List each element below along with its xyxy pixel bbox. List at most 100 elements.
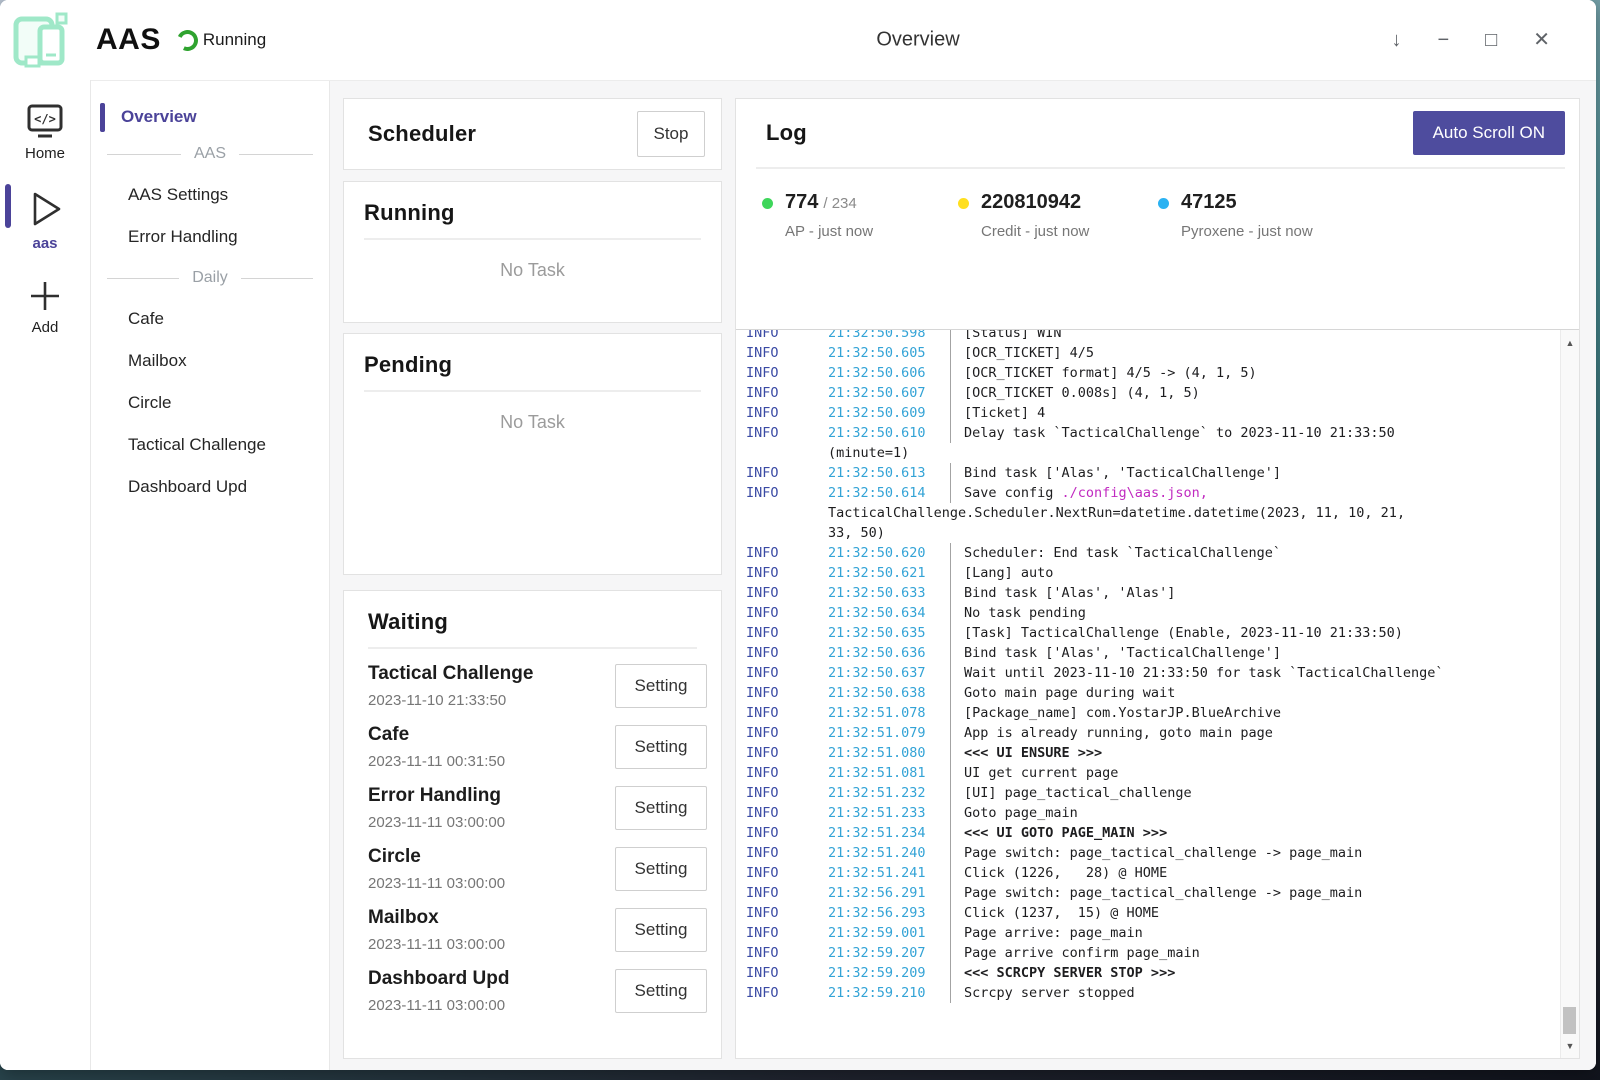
log-scrollbar[interactable]: ▲ ▼ bbox=[1560, 330, 1579, 1058]
play-icon bbox=[24, 186, 66, 232]
sidebar-item-mailbox[interactable]: Mailbox bbox=[91, 340, 329, 382]
log-time: 21:32:59.210 bbox=[828, 983, 950, 1003]
log-time: 21:32:51.081 bbox=[828, 763, 950, 783]
pending-card: Pending No Task bbox=[343, 333, 722, 575]
task-next-run: 2023-11-10 21:33:50 bbox=[368, 692, 533, 709]
log-time: 21:32:51.078 bbox=[828, 703, 950, 723]
task-setting-button[interactable]: Setting bbox=[615, 786, 707, 830]
sidebar-item-error-handling[interactable]: Error Handling bbox=[91, 216, 329, 258]
log-level: INFO bbox=[746, 663, 828, 683]
rail-item-aas[interactable]: aas bbox=[0, 180, 90, 270]
log-level: INFO bbox=[746, 983, 828, 1003]
scrollbar-down-arrow-icon[interactable]: ▼ bbox=[1561, 1041, 1579, 1051]
log-message: Wait until 2023-11-10 21:33:50 for task … bbox=[950, 663, 1444, 683]
log-time: 21:32:50.609 bbox=[828, 403, 950, 423]
rail-item-home[interactable]: </> Home bbox=[0, 96, 90, 180]
title-bar: AAS Running Overview ↓ − □ ✕ bbox=[0, 0, 1596, 80]
sidebar-item-tactical-challenge[interactable]: Tactical Challenge bbox=[91, 424, 329, 466]
auto-scroll-toggle-button[interactable]: Auto Scroll ON bbox=[1413, 111, 1565, 155]
log-line: INFO21:32:51.081UI get current page bbox=[746, 763, 1549, 783]
sidebar-item-dashboard-upd[interactable]: Dashboard Upd bbox=[91, 466, 329, 508]
scrollbar-thumb[interactable] bbox=[1563, 1007, 1576, 1034]
log-time: 21:32:50.620 bbox=[828, 543, 950, 563]
log-level: INFO bbox=[746, 923, 828, 943]
log-level: INFO bbox=[746, 383, 828, 403]
log-level: INFO bbox=[746, 643, 828, 663]
log-message: Delay task `TacticalChallenge` to 2023-1… bbox=[950, 423, 1395, 443]
log-time: 21:32:56.293 bbox=[828, 903, 950, 923]
maximize-icon[interactable]: □ bbox=[1485, 30, 1497, 50]
task-setting-button[interactable]: Setting bbox=[615, 908, 707, 952]
log-level: INFO bbox=[746, 703, 828, 723]
sidebar-item-circle[interactable]: Circle bbox=[91, 382, 329, 424]
stat-label: Credit - just now bbox=[981, 223, 1089, 240]
log-line: INFO21:32:59.210Scrcpy server stopped bbox=[746, 983, 1549, 1003]
log-level: INFO bbox=[746, 363, 828, 383]
log-message: Goto main page during wait bbox=[950, 683, 1175, 703]
rail-label-home: Home bbox=[25, 145, 65, 162]
minimize-icon[interactable]: − bbox=[1437, 30, 1449, 50]
log-level: INFO bbox=[746, 783, 828, 803]
scheduler-stop-button[interactable]: Stop bbox=[637, 111, 705, 157]
scrollbar-up-arrow-icon[interactable]: ▲ bbox=[1561, 338, 1579, 348]
close-icon[interactable]: ✕ bbox=[1533, 30, 1550, 50]
log-message: <<< UI GOTO PAGE_MAIN >>> bbox=[950, 823, 1167, 843]
log-message: <<< UI ENSURE >>> bbox=[950, 743, 1102, 763]
log-time: 21:32:51.232 bbox=[828, 783, 950, 803]
log-time: 21:32:50.614 bbox=[828, 483, 950, 503]
log-message: Scrcpy server stopped bbox=[950, 983, 1135, 1003]
task-name: Circle bbox=[368, 846, 505, 868]
rail-item-add[interactable]: Add bbox=[0, 270, 90, 354]
log-line: INFO21:32:50.638Goto main page during wa… bbox=[746, 683, 1549, 703]
sidebar-section-divider: AAS bbox=[107, 145, 313, 163]
log-level: INFO bbox=[746, 743, 828, 763]
svg-text:</>: </> bbox=[34, 112, 56, 126]
sidebar-item-cafe[interactable]: Cafe bbox=[91, 298, 329, 340]
header-divider bbox=[91, 80, 1596, 81]
home-code-monitor-icon: </> bbox=[24, 102, 66, 142]
log-level: INFO bbox=[746, 863, 828, 883]
divider bbox=[368, 647, 697, 649]
hide-to-tray-icon[interactable]: ↓ bbox=[1391, 30, 1401, 50]
stat-dot bbox=[1158, 198, 1169, 209]
log-line: INFO21:32:50.598[Status] WIN bbox=[746, 329, 1549, 343]
log-time: 21:32:50.610 bbox=[828, 423, 950, 443]
task-setting-button[interactable]: Setting bbox=[615, 847, 707, 891]
log-line: INFO21:32:50.609[Ticket] 4 bbox=[746, 403, 1549, 423]
log-line: INFO21:32:50.610Delay task `TacticalChal… bbox=[746, 423, 1549, 443]
waiting-task-row: Dashboard Upd2023-11-11 03:00:00Setting bbox=[368, 960, 707, 1021]
log-level: INFO bbox=[746, 963, 828, 983]
waiting-title: Waiting bbox=[368, 609, 707, 635]
task-setting-button[interactable]: Setting bbox=[615, 664, 707, 708]
stat-dot bbox=[958, 198, 969, 209]
log-message: Save config ./config\aas.json, bbox=[950, 483, 1208, 503]
sidebar-item-aas-settings[interactable]: AAS Settings bbox=[91, 174, 329, 216]
log-level: INFO bbox=[746, 803, 828, 823]
task-setting-button[interactable]: Setting bbox=[615, 725, 707, 769]
log-time: 21:32:51.240 bbox=[828, 843, 950, 863]
log-line: 33, 50) bbox=[746, 523, 1549, 543]
log-level: INFO bbox=[746, 343, 828, 363]
sidebar-item-label: Overview bbox=[121, 107, 197, 126]
log-line: INFO21:32:50.606[OCR_TICKET format] 4/5 … bbox=[746, 363, 1549, 383]
log-time: 21:32:50.633 bbox=[828, 583, 950, 603]
log-time: 21:32:56.291 bbox=[828, 883, 950, 903]
log-message: [UI] page_tactical_challenge bbox=[950, 783, 1192, 803]
log-message-continuation: 33, 50) bbox=[828, 523, 885, 543]
log-message: Click (1226, 28) @ HOME bbox=[950, 863, 1167, 883]
sidebar-item-overview[interactable]: Overview bbox=[91, 100, 329, 134]
log-line: INFO21:32:56.293Click (1237, 15) @ HOME bbox=[746, 903, 1549, 923]
log-level: INFO bbox=[746, 563, 828, 583]
log-line: INFO21:32:51.233Goto page_main bbox=[746, 803, 1549, 823]
log-view[interactable]: INFO21:32:50.598[Status] WININFO21:32:50… bbox=[736, 329, 1579, 1058]
log-message: Bind task ['Alas', 'Alas'] bbox=[950, 583, 1175, 603]
log-line: TacticalChallenge.Scheduler.NextRun=date… bbox=[746, 503, 1549, 523]
log-time: 21:32:50.638 bbox=[828, 683, 950, 703]
log-line: INFO21:32:59.209<<< SCRCPY SERVER STOP >… bbox=[746, 963, 1549, 983]
running-title: Running bbox=[364, 200, 701, 226]
sidebar: Overview AAS AAS SettingsError Handling Da… bbox=[91, 80, 330, 1070]
log-message: [OCR_TICKET] 4/5 bbox=[950, 343, 1094, 363]
rail-label-aas: aas bbox=[32, 235, 57, 252]
task-setting-button[interactable]: Setting bbox=[615, 969, 707, 1013]
app-name: AAS bbox=[96, 23, 161, 57]
